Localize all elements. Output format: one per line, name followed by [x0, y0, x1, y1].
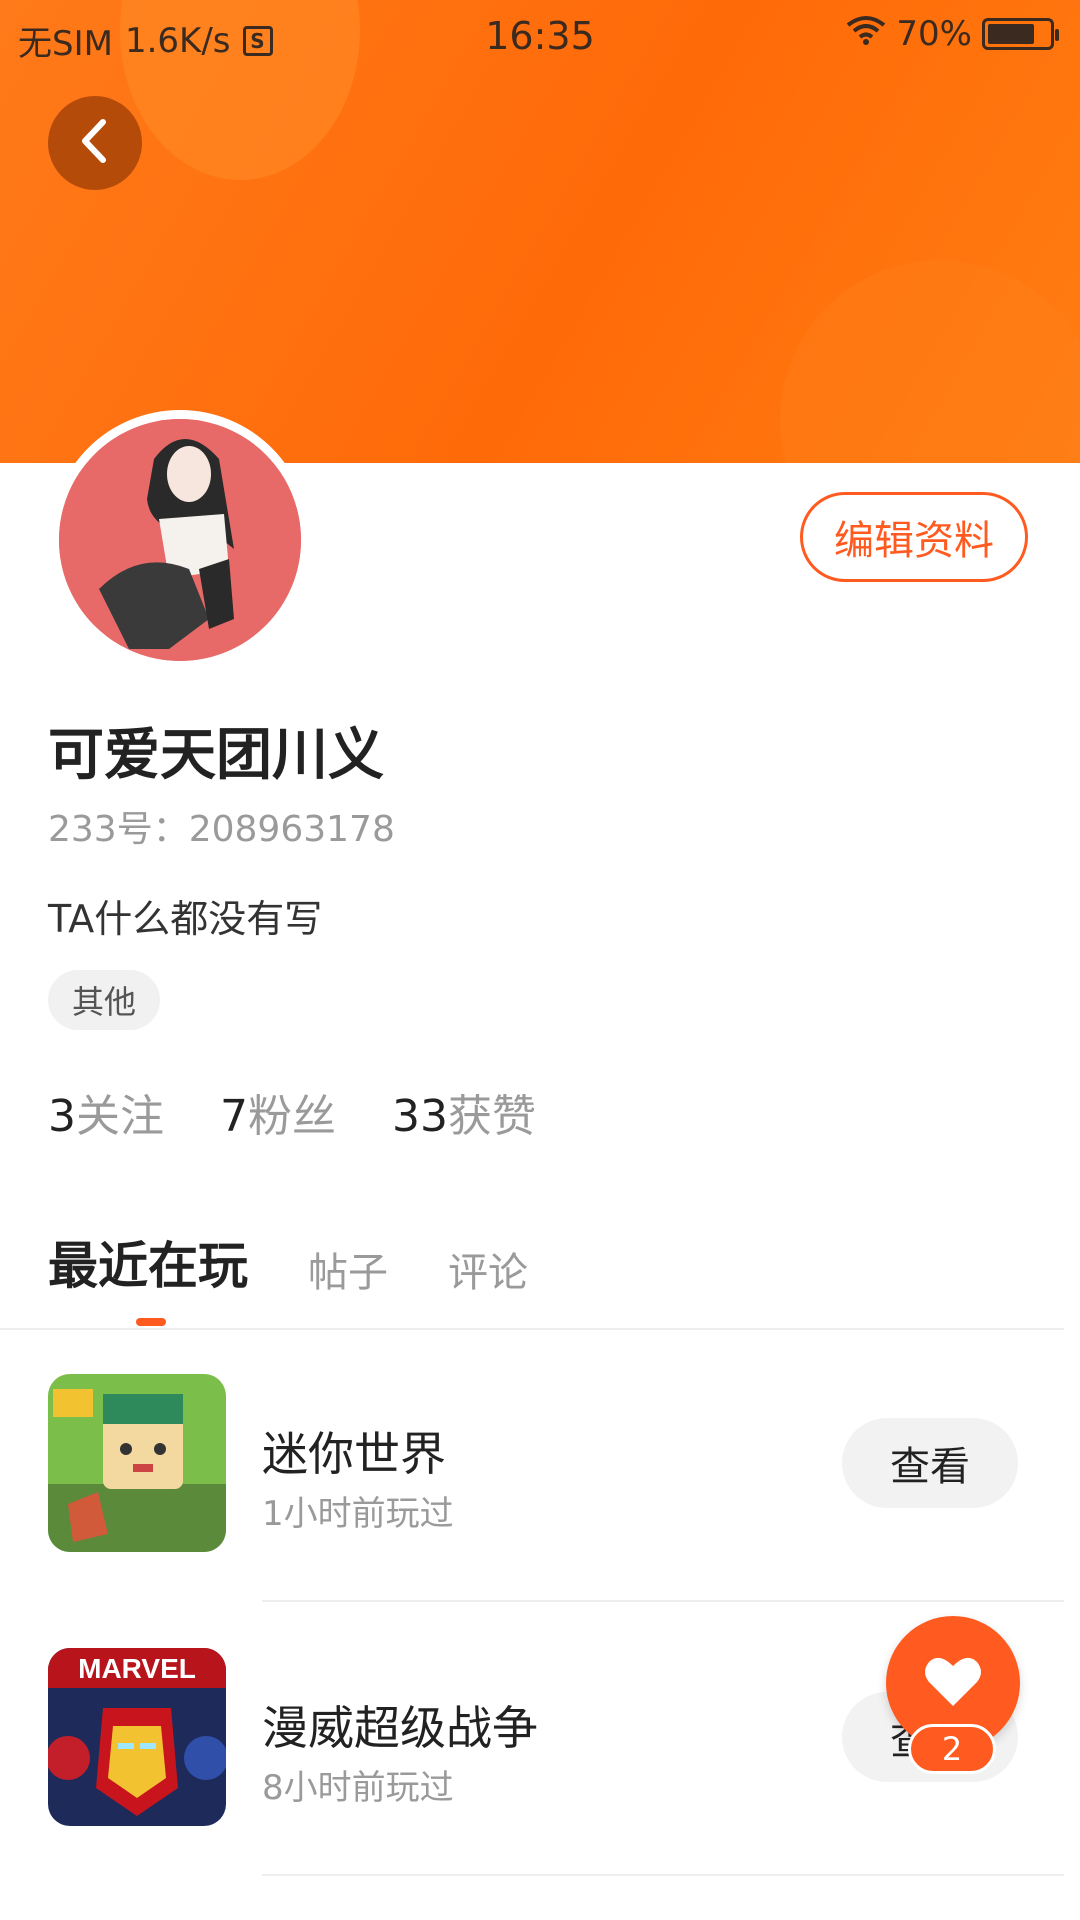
heart-icon [923, 1654, 983, 1712]
back-button[interactable] [48, 96, 142, 190]
game-played-time: 8小时前玩过 [262, 1768, 454, 1808]
stat-followers[interactable]: 7粉丝 [220, 1080, 336, 1144]
marvel-icon: MARVEL [48, 1648, 226, 1826]
avatar-image [59, 419, 301, 661]
divider [262, 1874, 1064, 1876]
stat-following[interactable]: 3关注 [48, 1080, 164, 1144]
wifi-icon [846, 14, 886, 54]
view-button[interactable]: 查看 [842, 1418, 1018, 1508]
battery-icon [982, 18, 1059, 50]
stat-number: 3 [48, 1091, 76, 1142]
avatar[interactable] [50, 410, 310, 670]
stat-number: 33 [392, 1091, 448, 1142]
profile-tabs: 最近在玩 帖子 评论 [48, 1226, 528, 1298]
divider [262, 1600, 1064, 1602]
user-id: 233号：208963178 [48, 809, 395, 850]
status-bar: 无SIM 1.6K/s S 16:35 70% [0, 0, 1080, 76]
edit-profile-button[interactable]: 编辑资料 [800, 492, 1028, 582]
profile-tag: 其他 [48, 970, 161, 1030]
profile-stats: 3关注 7粉丝 33获赞 [48, 1080, 536, 1144]
tab-comments[interactable]: 评论 [448, 1240, 528, 1298]
chevron-left-icon [75, 116, 115, 170]
marvel-logo-text: MARVEL [78, 1653, 196, 1684]
divider [0, 1328, 1064, 1330]
tab-recent-games[interactable]: 最近在玩 [48, 1226, 248, 1298]
stat-likes[interactable]: 33获赞 [392, 1080, 536, 1144]
like-count-badge: 2 [908, 1724, 996, 1774]
game-name: 漫威超级战争 [262, 1701, 538, 1755]
game-name: 迷你世界 [262, 1427, 446, 1481]
game-played-time: 1小时前玩过 [262, 1494, 454, 1534]
list-item[interactable]: 迷你世界 1小时前玩过 查看 [0, 1374, 1064, 1554]
username: 可爱天团川义 [48, 723, 384, 788]
banner-decoration [780, 260, 1080, 463]
stat-number: 7 [220, 1091, 248, 1142]
stat-label: 关注 [76, 1091, 164, 1142]
stat-label: 获赞 [448, 1091, 536, 1142]
battery-percent: 70% [896, 14, 972, 54]
stat-label: 粉丝 [248, 1091, 336, 1142]
tab-posts[interactable]: 帖子 [308, 1240, 388, 1298]
mini-world-icon [48, 1374, 226, 1552]
active-tab-indicator [136, 1318, 166, 1326]
user-bio: TA什么都没有写 [48, 897, 323, 941]
